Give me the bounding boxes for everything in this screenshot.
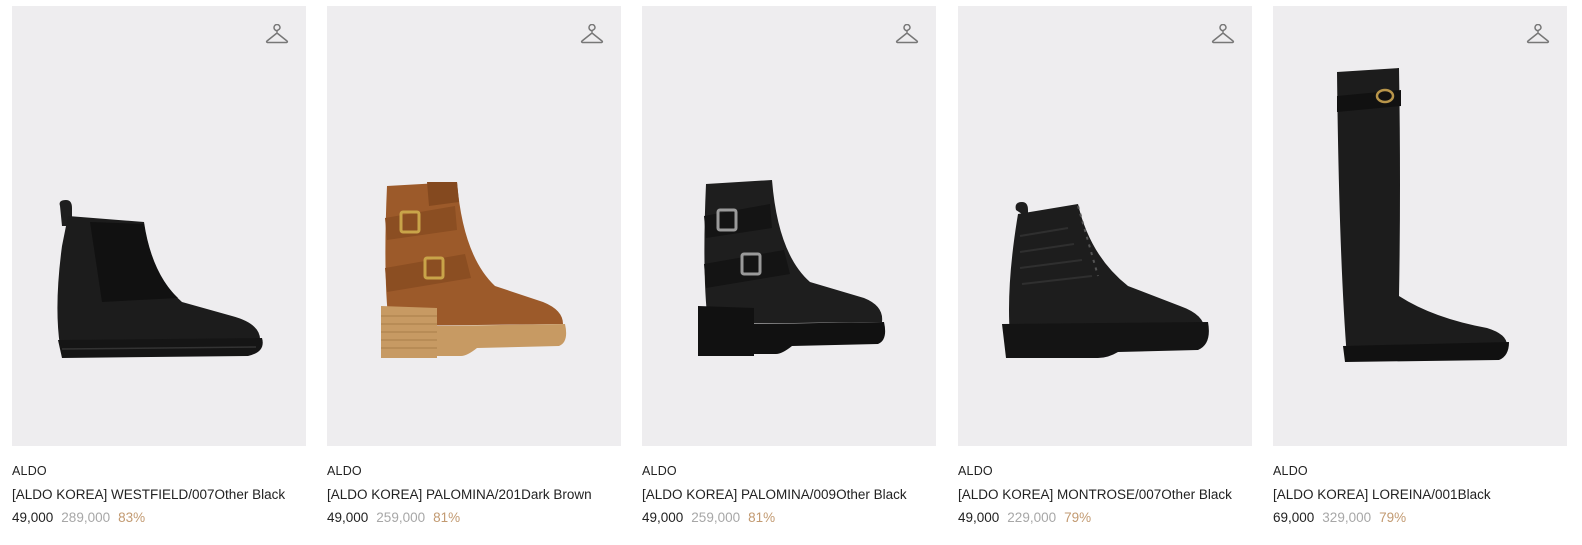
product-card[interactable]: ALDO [ALDO KOREA] PALOMINA/201Dark Brown…	[327, 6, 621, 528]
price-row: 49,000 289,000 83%	[12, 508, 306, 528]
sale-price: 49,000	[12, 510, 54, 525]
product-brand: ALDO	[1273, 464, 1308, 478]
product-image[interactable]	[12, 6, 306, 446]
lace-up-boot-image	[1002, 202, 1209, 358]
knee-high-boot-image	[1337, 68, 1509, 362]
hanger-icon[interactable]	[580, 24, 604, 46]
price-row: 49,000 229,000 79%	[958, 508, 1252, 528]
sale-price: 49,000	[327, 510, 369, 525]
discount-rate: 81%	[433, 510, 461, 525]
product-card[interactable]: ALDO [ALDO KOREA] PALOMINA/009Other Blac…	[642, 6, 936, 528]
sale-price: 49,000	[958, 510, 1000, 525]
product-grid: ALDO [ALDO KOREA] WESTFIELD/007Other Bla…	[0, 0, 1582, 545]
product-brand: ALDO	[12, 464, 47, 478]
sale-price: 69,000	[1273, 510, 1315, 525]
price-row: 49,000 259,000 81%	[327, 508, 621, 528]
original-price: 289,000	[61, 510, 111, 525]
product-name[interactable]: [ALDO KOREA] MONTROSE/007Other Black	[958, 485, 1252, 504]
product-brand: ALDO	[642, 464, 677, 478]
original-price: 259,000	[691, 510, 741, 525]
buckle-boot-black-image	[698, 180, 886, 356]
product-name[interactable]: [ALDO KOREA] LOREINA/001Black	[1273, 485, 1567, 504]
hanger-icon[interactable]	[895, 24, 919, 46]
product-name[interactable]: [ALDO KOREA] PALOMINA/009Other Black	[642, 485, 936, 504]
chelsea-boot-image	[57, 200, 263, 358]
product-card[interactable]: ALDO [ALDO KOREA] LOREINA/001Black 69,00…	[1273, 6, 1567, 528]
discount-rate: 83%	[118, 510, 146, 525]
original-price: 329,000	[1322, 510, 1372, 525]
price-row: 49,000 259,000 81%	[642, 508, 936, 528]
original-price: 229,000	[1007, 510, 1057, 525]
price-row: 69,000 329,000 79%	[1273, 508, 1567, 528]
hanger-icon[interactable]	[1211, 24, 1235, 46]
product-image[interactable]	[1273, 6, 1567, 446]
buckle-boot-brown-image	[381, 182, 567, 358]
hanger-icon[interactable]	[265, 24, 289, 46]
product-image[interactable]	[958, 6, 1252, 446]
product-name[interactable]: [ALDO KOREA] WESTFIELD/007Other Black	[12, 485, 306, 504]
discount-rate: 79%	[1379, 510, 1407, 525]
hanger-icon[interactable]	[1526, 24, 1550, 46]
product-image[interactable]	[327, 6, 621, 446]
product-name[interactable]: [ALDO KOREA] PALOMINA/201Dark Brown	[327, 485, 621, 504]
product-brand: ALDO	[327, 464, 362, 478]
discount-rate: 79%	[1064, 510, 1092, 525]
product-card[interactable]: ALDO [ALDO KOREA] WESTFIELD/007Other Bla…	[12, 6, 306, 528]
product-image[interactable]	[642, 6, 936, 446]
product-card[interactable]: ALDO [ALDO KOREA] MONTROSE/007Other Blac…	[958, 6, 1252, 528]
discount-rate: 81%	[748, 510, 776, 525]
original-price: 259,000	[376, 510, 426, 525]
sale-price: 49,000	[642, 510, 684, 525]
product-brand: ALDO	[958, 464, 993, 478]
